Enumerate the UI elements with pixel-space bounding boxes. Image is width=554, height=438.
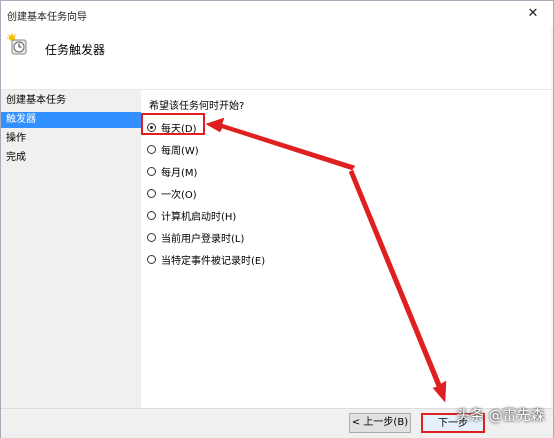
radio-user-logon[interactable]: 当前用户登录时(L) — [147, 228, 244, 246]
radio-button[interactable] — [147, 188, 156, 198]
close-icon: ✕ — [527, 6, 539, 21]
sidebar-item-action[interactable]: 操作 — [1, 131, 141, 147]
radio-label: 一次(O) — [161, 189, 197, 201]
wizard-window: 创建基本任务向导 ✕ 任务触发器 创建基本任务 触发器 操作 完成 希望该任务何… — [0, 0, 554, 438]
radio-label: 当特定事件被记录时(E) — [161, 255, 266, 267]
radio-label: 当前用户登录时(L) — [161, 233, 245, 245]
radio-computer-start[interactable]: 计算机启动时(H) — [147, 206, 236, 224]
annotation-highlight-daily — [141, 113, 205, 135]
wizard-header: 任务触发器 — [1, 27, 553, 89]
sidebar-item-finish[interactable]: 完成 — [1, 150, 141, 166]
right-edge — [551, 27, 553, 408]
window-title: 创建基本任务向导 — [7, 12, 87, 23]
radio-button[interactable] — [147, 210, 156, 220]
radio-button[interactable] — [147, 166, 156, 176]
radio-event-logged[interactable]: 当特定事件被记录时(E) — [147, 250, 265, 268]
title-bar: 创建基本任务向导 ✕ — [1, 1, 553, 27]
trigger-question: 希望该任务何时开始? — [149, 101, 245, 112]
radio-label: 每月(M) — [161, 167, 198, 179]
close-button[interactable]: ✕ — [521, 4, 545, 24]
wizard-sidebar: 创建基本任务 触发器 操作 完成 — [1, 90, 141, 408]
radio-button[interactable] — [147, 144, 156, 154]
radio-monthly[interactable]: 每月(M) — [147, 162, 197, 180]
page-title: 任务触发器 — [45, 43, 106, 57]
back-button[interactable]: < 上一步(B) — [349, 413, 411, 433]
trigger-panel: 希望该任务何时开始? 每天(D) 每周(W) 每月(M) 一次(O) 计算机启动… — [141, 90, 553, 408]
sidebar-item-create-basic-task[interactable]: 创建基本任务 — [1, 93, 141, 109]
radio-button[interactable] — [147, 254, 156, 264]
radio-weekly[interactable]: 每周(W) — [147, 140, 199, 158]
sidebar-item-trigger[interactable]: 触发器 — [1, 112, 141, 128]
watermark-text: 头条 @雷先森 — [456, 408, 545, 424]
radio-once[interactable]: 一次(O) — [147, 184, 197, 202]
radio-button[interactable] — [147, 232, 156, 242]
clock-icon — [7, 33, 27, 55]
radio-label: 每周(W) — [161, 145, 199, 157]
radio-label: 计算机启动时(H) — [161, 211, 237, 223]
